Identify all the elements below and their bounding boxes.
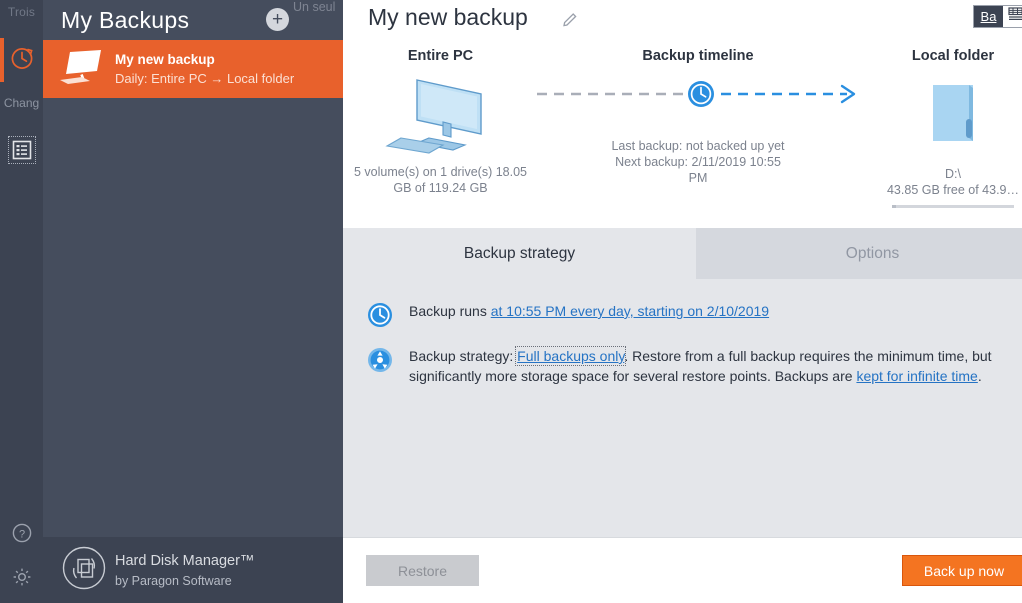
list-item[interactable]: My new backup Daily: Entire PC → Local f… xyxy=(43,40,343,98)
rail-item-help[interactable]: ? xyxy=(0,513,43,557)
page-title: My Backups xyxy=(61,7,189,34)
strategy-icon xyxy=(367,346,409,386)
tab-backup-strategy[interactable]: Backup strategy xyxy=(343,228,696,279)
clock-icon xyxy=(9,45,35,76)
list-item-title: My new backup xyxy=(115,50,294,69)
strategy-row: Backup strategy: Full backups only. Rest… xyxy=(367,346,1019,386)
icon-rail: Trois Chang xyxy=(0,0,43,603)
view-toggle-detail-button[interactable]: Ba xyxy=(974,6,1003,27)
source-caption: 5 volume(s) on 1 drive(s) 18.05 GB of 11… xyxy=(353,164,528,196)
rail-item-settings[interactable] xyxy=(0,557,43,601)
retention-link[interactable]: kept for infinite time xyxy=(856,368,977,384)
restore-button[interactable]: Restore xyxy=(366,555,479,586)
timeline-next-backup: Next backup: 2/11/2019 10:55 PM xyxy=(611,154,786,186)
tab-options-label: Options xyxy=(846,245,899,263)
tab-content: Backup runs at 10:55 PM every day, start… xyxy=(343,279,1022,537)
brand-block: Hard Disk Manager™ by Paragon Software xyxy=(115,551,254,590)
list-icon xyxy=(8,136,36,164)
timeline-last-backup: Last backup: not backed up yet xyxy=(611,138,784,154)
paragon-logo-icon xyxy=(61,545,115,596)
view-toggle: Ba xyxy=(973,5,1022,28)
clock-icon xyxy=(688,81,714,107)
strategy-text: Backup strategy: Full backups only. Rest… xyxy=(409,346,1019,386)
destination-capacity: 43.85 GB free of 43.9… xyxy=(887,182,1019,198)
add-backup-button[interactable]: + xyxy=(266,8,289,31)
rail-top-label: Trois xyxy=(0,5,43,19)
help-circle-icon: ? xyxy=(11,522,33,549)
timeline-graphic xyxy=(533,74,863,114)
schedule-row: Backup runs at 10:55 PM every day, start… xyxy=(367,301,1019,333)
monitor-icon xyxy=(57,48,115,91)
summary-source: Entire PC 5 volume(s) on 1 drive(s) 18.0… xyxy=(348,48,533,196)
destination-path: D:\ xyxy=(945,166,961,182)
summary-row: Entire PC 5 volume(s) on 1 drive(s) 18.0… xyxy=(343,40,1022,228)
strategy-prefix: Backup strategy: xyxy=(409,348,517,364)
view-toggle-list-button[interactable] xyxy=(1003,6,1022,27)
clock-icon xyxy=(367,301,409,333)
schedule-text: Backup runs at 10:55 PM every day, start… xyxy=(409,301,769,333)
desktop-pc-icon xyxy=(385,72,497,158)
sidebar-header: My Backups + Un seul xyxy=(43,0,343,40)
add-backup-label: Un seul xyxy=(293,1,341,14)
summary-destination: Local folder D:\ 43.85 GB free of 43.9… xyxy=(863,48,1022,208)
strategy-suffix: . xyxy=(978,368,982,384)
strategy-type-link[interactable]: Full backups only xyxy=(517,348,624,364)
backup-now-button[interactable]: Back up now xyxy=(902,555,1022,586)
gear-icon xyxy=(11,566,33,593)
schedule-link[interactable]: at 10:55 PM every day, starting on 2/10/… xyxy=(491,303,769,319)
list-item-subtitle: Daily: Entire PC → Local folder xyxy=(115,69,294,88)
sidebar-footer: Hard Disk Manager™ by Paragon Software xyxy=(43,537,343,603)
view-toggle-detail-label: Ba xyxy=(981,10,997,24)
tab-bar: Backup strategy Options xyxy=(343,228,1022,279)
backups-sidebar: My Backups + Un seul My new backup Daily… xyxy=(43,0,343,603)
tab-backup-strategy-label: Backup strategy xyxy=(464,245,575,263)
tab-options[interactable]: Options xyxy=(696,228,1022,279)
backup-title: My new backup xyxy=(368,4,528,31)
destination-heading: Local folder xyxy=(912,48,994,64)
source-heading: Entire PC xyxy=(408,48,473,64)
summary-timeline: Backup timeline Last backup: not backed … xyxy=(533,48,863,186)
main-header: My new backup Ba xyxy=(343,0,1022,40)
rail-item-logs-list[interactable] xyxy=(0,128,43,172)
rail-item-schedule-clock[interactable] xyxy=(0,38,43,82)
plus-circle-icon: + xyxy=(272,12,283,27)
folder-icon xyxy=(923,72,983,158)
pencil-icon[interactable] xyxy=(561,11,579,34)
schedule-prefix: Backup runs xyxy=(409,303,491,319)
svg-text:?: ? xyxy=(18,528,24,540)
timeline-heading: Backup timeline xyxy=(642,48,753,64)
capacity-bar xyxy=(892,205,1014,208)
rail-middle-label: Chang xyxy=(0,96,43,110)
list-item-texts: My new backup Daily: Entire PC → Local f… xyxy=(115,50,294,88)
app-window: Trois Chang xyxy=(0,0,1022,603)
action-bar: Restore Back up now xyxy=(343,537,1022,603)
main-panel: My new backup Ba xyxy=(343,0,1022,603)
table-view-icon xyxy=(1008,7,1022,27)
vendor-name: by Paragon Software xyxy=(115,572,254,590)
product-name: Hard Disk Manager™ xyxy=(115,551,254,572)
